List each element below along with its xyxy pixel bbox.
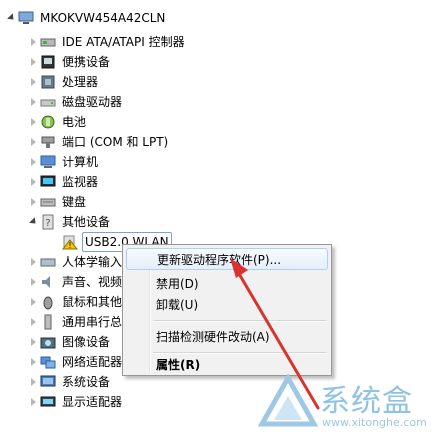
watermark-logo-icon [258,374,318,427]
annotation-arrow-icon [230,258,320,410]
watermark: 系统盒 www.xitonghe.com [258,374,444,435]
watermark-text: 系统盒 [320,384,413,419]
watermark-url: www.xitonghe.com [322,416,427,429]
